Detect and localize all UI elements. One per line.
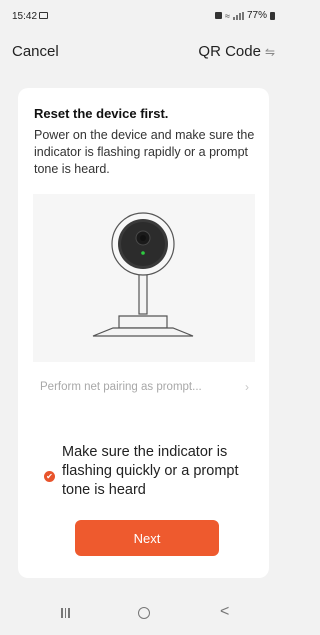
card-description: Power on the device and make sure the in… [34,128,255,176]
net-pairing-link[interactable]: Perform net pairing as prompt... › [40,378,255,396]
next-button[interactable]: Next [75,520,219,556]
checkbox-checked-icon[interactable]: ✔ [44,471,55,482]
message-icon [39,12,48,19]
camera-illustration [33,194,255,362]
card-title: Reset the device first. [34,106,169,121]
cancel-button[interactable]: Cancel [12,43,59,60]
back-icon[interactable]: < [220,603,229,621]
recent-apps-icon[interactable] [61,608,70,618]
status-time: 15:42 [12,11,38,22]
nav-bar: Cancel QR Code ⇋ [0,28,287,78]
net-pairing-label: Perform net pairing as prompt... [40,381,202,393]
qr-code-button[interactable]: QR Code ⇋ [198,43,275,60]
system-nav-bar: < [0,598,287,635]
qr-code-label: QR Code [198,43,261,60]
status-icons: ≈ 77% [215,10,275,21]
notification-icon [215,12,223,19]
confirm-text: Make sure the indicator is flashing quic… [62,444,239,498]
camera-icon [92,212,194,337]
home-icon[interactable] [138,607,150,619]
wifi-icon: ≈ [225,10,230,21]
battery-percent: 77% [246,10,267,21]
switch-icon: ⇋ [264,44,275,59]
signal-icon [232,11,244,20]
status-bar: 15:42 ≈ 77% [0,0,287,28]
battery-icon [270,11,275,20]
chevron-right-icon: › [245,380,249,394]
reset-card: Reset the device first. Power on the dev… [18,88,269,578]
